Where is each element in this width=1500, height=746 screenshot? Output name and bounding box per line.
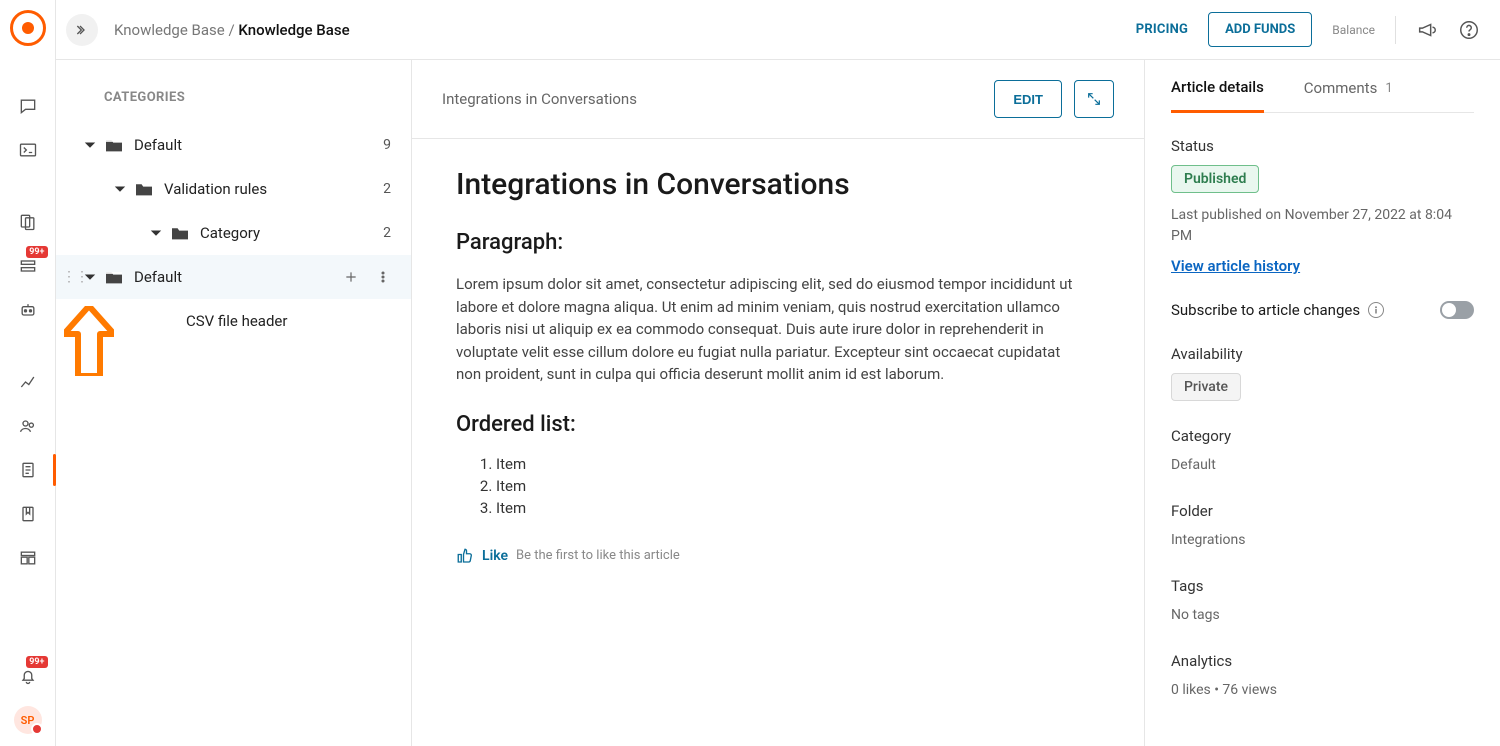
add-icon[interactable] xyxy=(343,269,359,285)
user-avatar[interactable]: SP xyxy=(14,706,42,734)
callout-arrow-icon xyxy=(64,306,114,380)
megaphone-icon[interactable] xyxy=(1416,19,1438,41)
app-logo[interactable] xyxy=(10,10,46,46)
tab-article-details[interactable]: Article details xyxy=(1171,78,1264,113)
tree-label: Default xyxy=(134,136,182,154)
rail-knowledge-icon[interactable] xyxy=(8,450,48,490)
folder-value: Integrations xyxy=(1171,530,1474,551)
availability-label: Availability xyxy=(1171,345,1474,363)
folder-open-icon xyxy=(104,137,124,153)
availability-badge: Private xyxy=(1171,373,1241,401)
edit-button[interactable]: EDIT xyxy=(994,80,1062,118)
categories-title: CATEGORIES xyxy=(56,90,411,123)
comments-count: 1 xyxy=(1385,81,1392,96)
rail-bookmarks-icon[interactable] xyxy=(8,494,48,534)
add-funds-button[interactable]: ADD FUNDS xyxy=(1208,12,1312,47)
tree-label: CSV file header xyxy=(186,312,287,330)
list-item: Item xyxy=(496,455,1088,473)
rail-analytics-icon[interactable] xyxy=(8,362,48,402)
status-badge: Published xyxy=(1171,165,1259,193)
thumbs-up-icon xyxy=(456,547,474,565)
article-head-title: Integrations in Conversations xyxy=(442,90,637,108)
tags-value: No tags xyxy=(1171,605,1474,626)
article-ordered-list: Item Item Item xyxy=(456,455,1088,517)
help-icon[interactable] xyxy=(1458,19,1480,41)
article-title: Integrations in Conversations xyxy=(456,167,1088,202)
expand-button[interactable] xyxy=(1074,80,1114,118)
pricing-link[interactable]: PRICING xyxy=(1136,22,1188,37)
list-item: Item xyxy=(496,477,1088,495)
rail-feed-badge: 99+ xyxy=(26,246,47,258)
tree-count: 9 xyxy=(383,137,391,153)
status-label: Status xyxy=(1171,137,1474,155)
collapse-sidebar-button[interactable] xyxy=(66,14,98,46)
subscribe-label: Subscribe to article changes xyxy=(1171,301,1360,319)
tree-row[interactable]: Category 2 xyxy=(56,211,411,255)
rail-terminal-icon[interactable] xyxy=(8,130,48,170)
info-icon[interactable] xyxy=(1368,302,1384,318)
rail-bell-badge: 99+ xyxy=(26,656,47,668)
folder-open-icon xyxy=(104,269,124,285)
breadcrumb-root[interactable]: Knowledge Base xyxy=(114,21,225,39)
rail-chat-icon[interactable] xyxy=(8,86,48,126)
like-label: Like xyxy=(482,548,508,564)
view-history-link[interactable]: View article history xyxy=(1171,257,1300,275)
chevron-down-icon[interactable] xyxy=(84,137,100,153)
tags-label: Tags xyxy=(1171,577,1474,595)
article-paragraph: Lorem ipsum dolor sit amet, consectetur … xyxy=(456,273,1088,386)
rail-feed-icon[interactable]: 99+ xyxy=(8,246,48,286)
more-icon[interactable] xyxy=(375,269,391,285)
published-text: Last published on November 27, 2022 at 8… xyxy=(1171,205,1474,247)
rail-team-icon[interactable] xyxy=(8,406,48,446)
tree-row-selected[interactable]: ⋮⋮ Default xyxy=(56,255,411,299)
subscribe-toggle[interactable] xyxy=(1440,301,1474,319)
balance-label: Balance xyxy=(1332,23,1375,37)
breadcrumb: Knowledge Base / Knowledge Base xyxy=(114,21,350,39)
folder-label: Folder xyxy=(1171,502,1474,520)
tree-count: 2 xyxy=(383,225,391,241)
analytics-label: Analytics xyxy=(1171,652,1474,670)
rail-docs-icon[interactable] xyxy=(8,202,48,242)
tab-comments[interactable]: Comments 1 xyxy=(1304,78,1393,112)
section-heading: Paragraph: xyxy=(456,230,1088,255)
chevron-down-icon[interactable] xyxy=(150,225,166,241)
folder-icon xyxy=(134,181,154,197)
tree-count: 2 xyxy=(383,181,391,197)
tree-label: Default xyxy=(134,268,182,286)
tree-label: Validation rules xyxy=(164,180,267,198)
folder-icon xyxy=(170,225,190,241)
tree-label: Category xyxy=(200,224,260,242)
rail-bot-icon[interactable] xyxy=(8,290,48,330)
category-value: Default xyxy=(1171,455,1474,476)
drag-handle-icon[interactable]: ⋮⋮ xyxy=(62,269,88,285)
chevron-down-icon[interactable] xyxy=(114,181,130,197)
tree-row[interactable]: Validation rules 2 xyxy=(56,167,411,211)
tree-row[interactable]: Default 9 xyxy=(56,123,411,167)
rail-bell-icon[interactable]: 99+ xyxy=(8,656,48,696)
like-hint: Be the first to like this article xyxy=(516,548,680,563)
breadcrumb-current: Knowledge Base xyxy=(238,21,349,39)
analytics-value: 0 likes • 76 views xyxy=(1171,680,1474,701)
category-label: Category xyxy=(1171,427,1474,445)
list-item: Item xyxy=(496,499,1088,517)
section-heading: Ordered list: xyxy=(456,412,1088,437)
like-button[interactable]: Like Be the first to like this article xyxy=(456,547,1088,565)
rail-apps-icon[interactable] xyxy=(8,538,48,578)
